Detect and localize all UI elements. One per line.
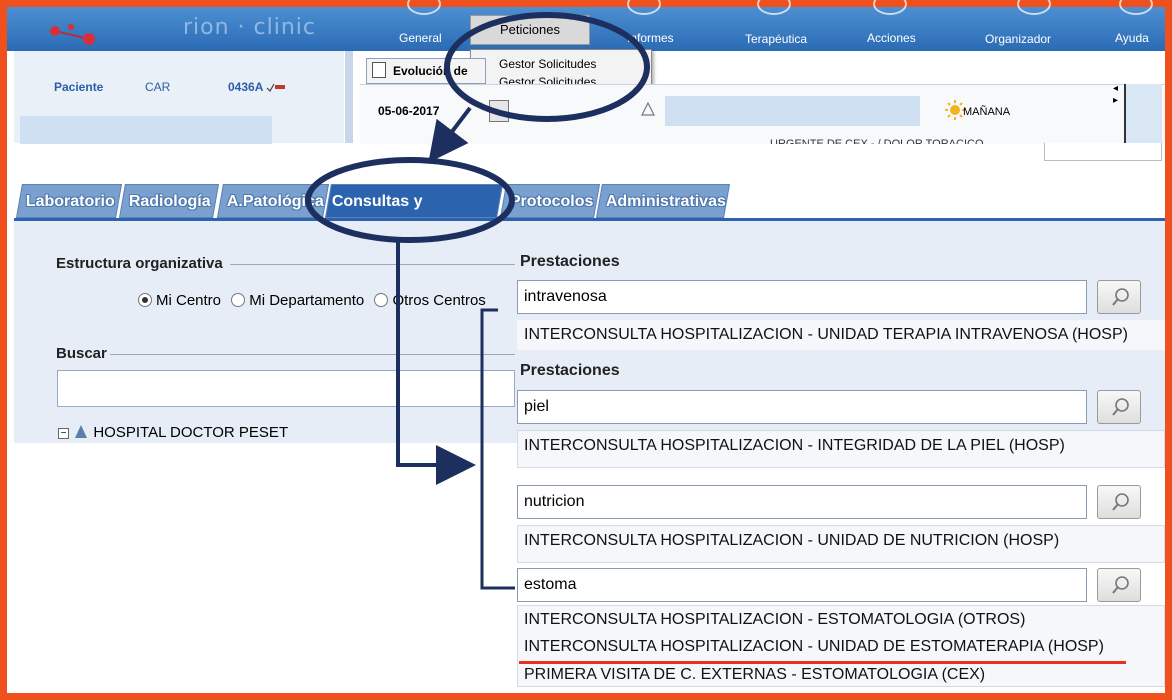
document-icon — [372, 62, 386, 78]
dropdown-item-gestor-solicitudes[interactable]: Gestor Solicitudes — [471, 54, 651, 74]
magnifier-icon — [1112, 576, 1129, 594]
prestaciones-search-input[interactable]: intravenosa — [517, 280, 1087, 314]
tab-label: Radiología — [128, 193, 211, 210]
building-icon — [75, 425, 88, 438]
search-label: Buscar — [56, 345, 107, 362]
fieldset-line — [230, 264, 515, 265]
result-item[interactable]: PRIMERA VISITA DE C. EXTERNAS - ESTOMATO… — [517, 662, 1165, 688]
calendar-icon[interactable] — [489, 100, 509, 122]
search-button[interactable] — [1097, 280, 1141, 314]
menu-decoration — [407, 0, 441, 15]
result-item-highlighted[interactable]: INTERCONSULTA HOSPITALIZACION - UNIDAD D… — [517, 634, 1165, 660]
tab-administrativas[interactable]: Administrativas — [596, 184, 730, 218]
prestaciones-title: Prestaciones — [520, 362, 620, 379]
magnifier-icon — [1112, 493, 1129, 511]
tab-label: Laboratorio — [25, 193, 115, 210]
tab-consultas-tecnicas[interactable]: Consultas y técnicas — [325, 184, 503, 244]
tab-laboratorio[interactable]: Laboratorio — [16, 184, 122, 218]
result-item[interactable]: INTERCONSULTA HOSPITALIZACION - ESTOMATO… — [517, 607, 1165, 633]
radio-otros-centros[interactable] — [374, 293, 389, 307]
menu-terapeutica[interactable]: Terapéutica — [745, 32, 807, 46]
menu-decoration — [873, 0, 907, 15]
patient-id: 0436A — [228, 80, 264, 94]
patient-car: CAR — [145, 80, 171, 94]
patient-label: Paciente — [54, 80, 104, 94]
radio-label: Mi Centro — [156, 292, 222, 309]
menu-ayuda[interactable]: Ayuda — [1115, 31, 1149, 45]
patient-name-bar — [20, 116, 272, 144]
result-item[interactable]: INTERCONSULTA HOSPITALIZACION - UNIDAD T… — [517, 320, 1165, 350]
app-logo-text: rion · clinic — [183, 15, 317, 40]
magnifier-icon — [1112, 398, 1129, 416]
logo-icon — [50, 24, 95, 45]
result-item[interactable]: INTERCONSULTA HOSPITALIZACION - UNIDAD D… — [517, 527, 1165, 555]
tab-radiologia[interactable]: Radiología — [119, 184, 219, 218]
right-panel — [1124, 84, 1162, 144]
tab-apatologica[interactable]: A.Patológica — [217, 184, 329, 218]
search-input[interactable] — [57, 370, 515, 407]
prestaciones-search-input[interactable]: estoma — [517, 568, 1087, 602]
menu-peticiones[interactable]: Peticiones — [470, 15, 590, 45]
fieldset-line — [110, 354, 515, 355]
bed-icon — [266, 83, 285, 92]
menu-decoration — [627, 0, 661, 15]
scroll-arrows[interactable]: ◂ ▸ — [1113, 83, 1118, 107]
radio-mi-centro[interactable] — [138, 293, 152, 307]
top-menu-bar: rion · clinic General Peticiones Informe… — [7, 0, 1165, 51]
shift-label: MAÑANA — [963, 106, 1011, 118]
evolution-date: 05-06-2017 — [378, 104, 440, 118]
org-structure-label: Estructura organizativa — [56, 255, 223, 272]
panel-divider — [345, 51, 353, 143]
search-button[interactable] — [1097, 485, 1141, 519]
menu-decoration — [1119, 0, 1153, 15]
tree-item-label: HOSPITAL DOCTOR PESET — [93, 424, 289, 441]
search-button[interactable] — [1097, 568, 1141, 602]
menu-acciones[interactable]: Acciones — [867, 31, 916, 45]
prestaciones-title: Prestaciones — [520, 253, 620, 270]
patient-info-box — [665, 96, 920, 126]
tab-label: Protocolos — [509, 193, 594, 210]
org-radio-group: Mi Centro Mi Departamento Otros Centros — [138, 292, 486, 309]
result-item[interactable]: INTERCONSULTA HOSPITALIZACION - INTEGRID… — [517, 432, 1165, 460]
radio-mi-departamento[interactable] — [231, 293, 246, 307]
urgent-text: URGENTE DE CEX - / DOLOR TORACICO — [770, 138, 984, 144]
warning-icon — [641, 101, 655, 116]
tree-expand-icon[interactable]: − — [58, 428, 69, 439]
magnifier-icon — [1112, 288, 1129, 306]
menu-organizador[interactable]: Organizador — [985, 32, 1051, 46]
right-input[interactable] — [1044, 143, 1162, 161]
prestaciones-search-input[interactable]: nutricion — [517, 485, 1087, 519]
menu-informes[interactable]: Informes — [627, 31, 674, 45]
menu-decoration — [757, 0, 791, 15]
search-button[interactable] — [1097, 390, 1141, 424]
tree-item-hospital[interactable]: − HOSPITAL DOCTOR PESET — [58, 423, 518, 443]
radio-label: Mi Departamento — [249, 292, 365, 309]
tab-label: Administrativas — [605, 193, 726, 210]
tab-label: A.Patológica — [226, 193, 324, 210]
tab-protocolos[interactable]: Protocolos — [500, 184, 600, 218]
radio-label: Otros Centros — [392, 292, 486, 309]
menu-decoration — [1017, 0, 1051, 15]
menu-general[interactable]: General — [399, 31, 442, 45]
prestaciones-search-input[interactable]: piel — [517, 390, 1087, 424]
